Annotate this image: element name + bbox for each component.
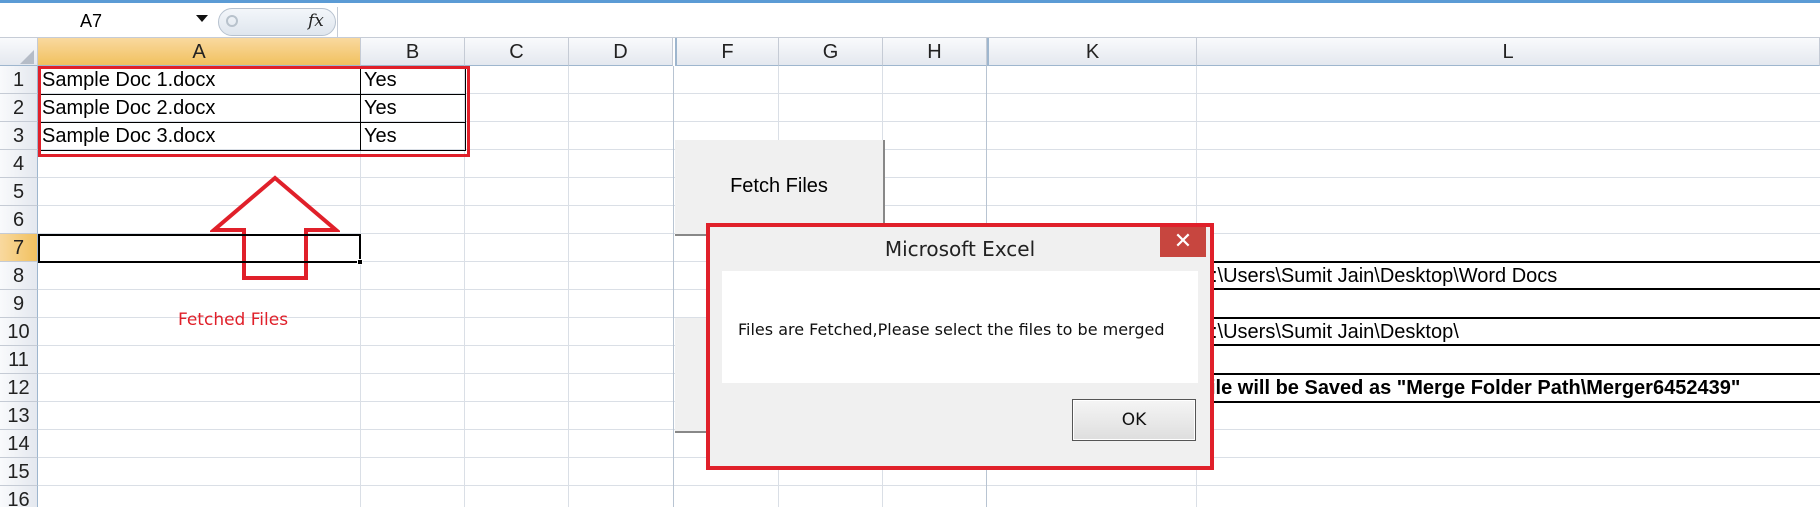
row-header-3[interactable]: 3	[0, 122, 38, 150]
message-dialog: Microsoft Excel ✕ Files are Fetched,Plea…	[706, 223, 1214, 470]
row-header-13[interactable]: 13	[0, 402, 38, 430]
up-arrow-icon	[210, 175, 340, 280]
column-header-b[interactable]: B	[361, 38, 465, 66]
column-header-c[interactable]: C	[465, 38, 569, 66]
row-header-10[interactable]: 10	[0, 318, 38, 346]
highlight-box	[38, 66, 470, 157]
column-header-h[interactable]: H	[883, 38, 987, 66]
grid-line	[38, 485, 1820, 486]
row-header-11[interactable]: 11	[0, 346, 38, 374]
dialog-title: Microsoft Excel	[884, 237, 1036, 261]
save-info-text: ile will be Saved as "Merge Folder Path\…	[1210, 377, 1741, 399]
formula-bar: A7 fx	[0, 0, 1820, 38]
dialog-message: Files are Fetched,Please select the file…	[738, 320, 1165, 339]
expand-icon[interactable]	[226, 15, 238, 27]
column-header-f[interactable]: F	[675, 38, 779, 66]
row-header-5[interactable]: 5	[0, 178, 38, 206]
name-box[interactable]: A7	[0, 9, 214, 33]
column-header-k[interactable]: K	[987, 38, 1197, 66]
fetched-files-label: Fetched Files	[178, 310, 289, 330]
active-cell-a7[interactable]	[38, 234, 361, 263]
merge-folder-path[interactable]: :\Users\Sumit Jain\Desktop\	[1212, 318, 1459, 346]
word-docs-path[interactable]: :\Users\Sumit Jain\Desktop\Word Docs	[1212, 262, 1557, 290]
row-header-12[interactable]: 12	[0, 374, 38, 402]
row-header-14[interactable]: 14	[0, 430, 38, 458]
ok-button[interactable]: OK	[1072, 399, 1196, 441]
name-box-dropdown-icon[interactable]	[196, 15, 208, 22]
insert-function-icon[interactable]: fx	[308, 11, 324, 31]
close-icon[interactable]: ✕	[1160, 227, 1206, 257]
column-header-a[interactable]: A	[38, 38, 361, 66]
grid-line	[568, 66, 569, 507]
column-header-g[interactable]: G	[779, 38, 883, 66]
grid-line	[673, 66, 674, 507]
row-header-15[interactable]: 15	[0, 458, 38, 486]
select-all-icon	[20, 50, 34, 64]
row-header-9[interactable]: 9	[0, 290, 38, 318]
row-header-6[interactable]: 6	[0, 206, 38, 234]
row-header-8[interactable]: 8	[0, 262, 38, 290]
column-header-l[interactable]: L	[1197, 38, 1820, 66]
row-header-4[interactable]: 4	[0, 150, 38, 178]
row-header-16[interactable]: 16	[0, 486, 38, 507]
row-header-1[interactable]: 1	[0, 66, 38, 94]
row-header-7[interactable]: 7	[0, 234, 38, 262]
fill-handle[interactable]	[357, 259, 363, 265]
row-header-2[interactable]: 2	[0, 94, 38, 122]
formula-separator	[337, 7, 338, 37]
fetch-files-button[interactable]: Fetch Files	[675, 140, 885, 236]
column-header-d[interactable]: D	[569, 38, 673, 66]
